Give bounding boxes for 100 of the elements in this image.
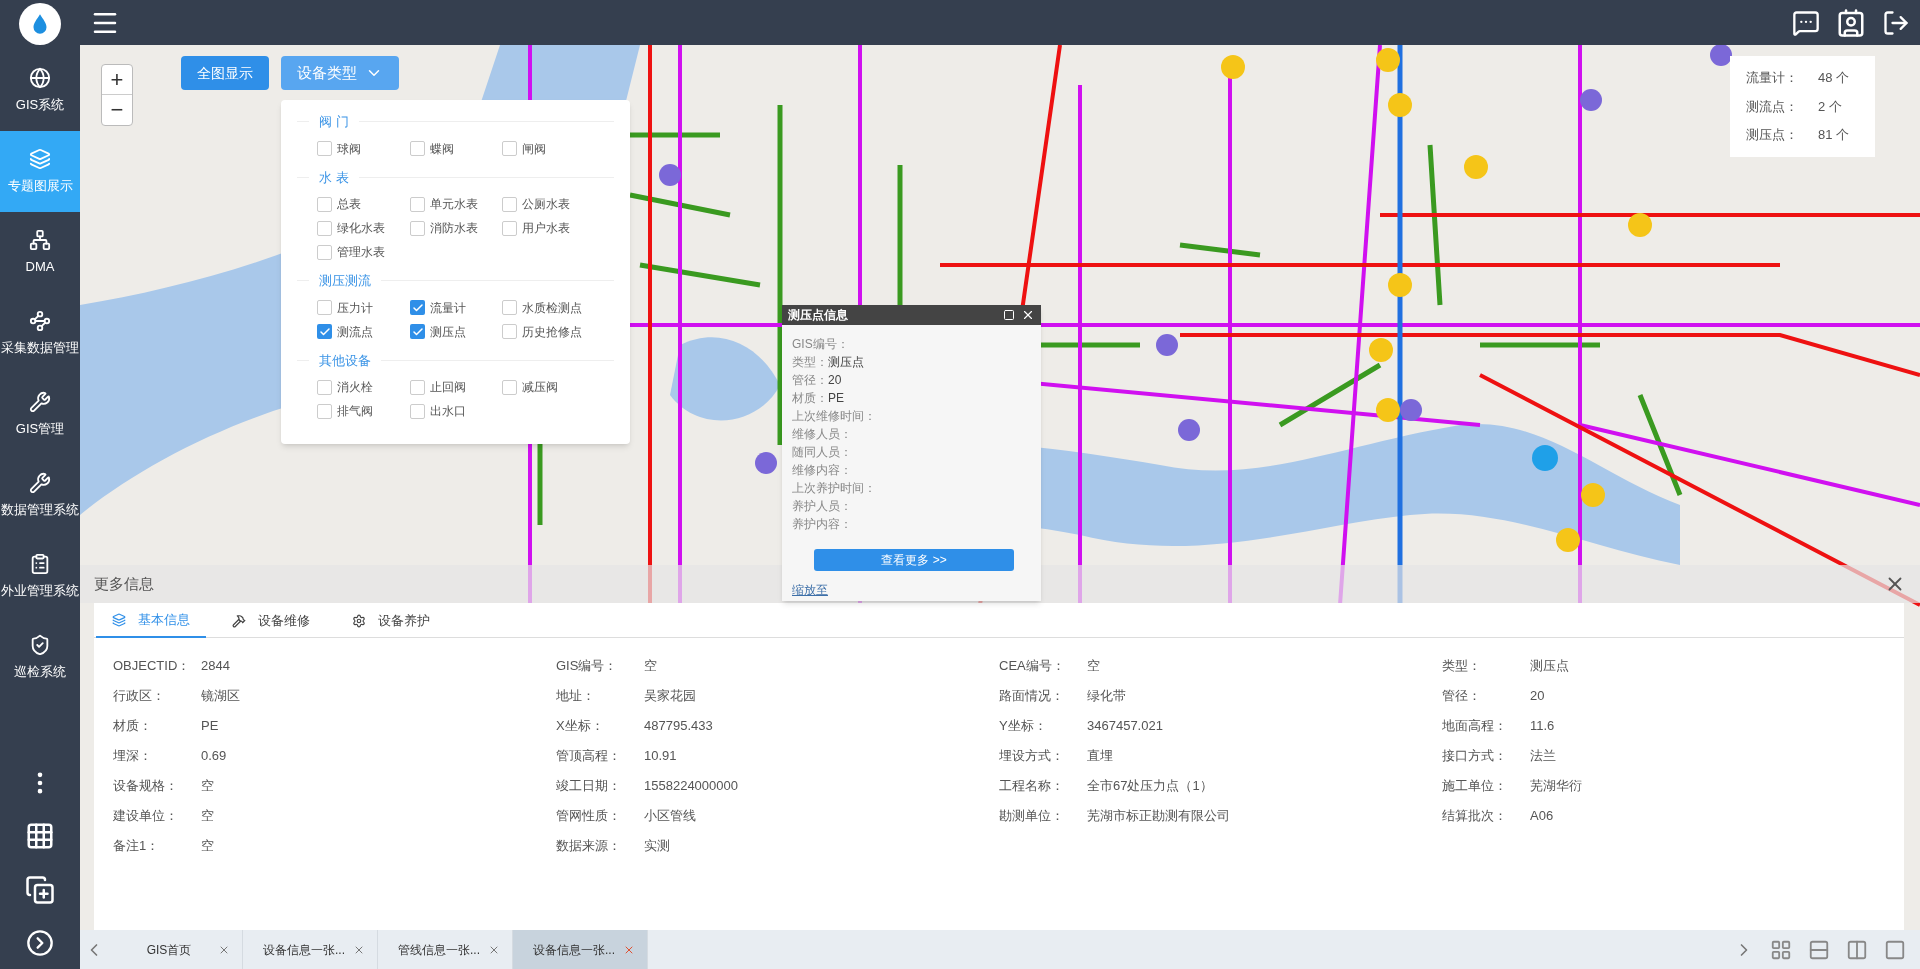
two-columns-layout-icon[interactable] <box>1846 938 1868 961</box>
page-tab[interactable]: 设备信息一张... <box>243 930 378 969</box>
field-value: 全市67处压力点（1） <box>1087 777 1213 795</box>
hierarchy-icon <box>29 228 51 251</box>
close-icon[interactable] <box>1021 308 1035 322</box>
field-label: 施工单位： <box>1442 777 1508 795</box>
field-label: 埋设方式： <box>999 747 1065 765</box>
filter-checkbox[interactable]: 蝶阀 <box>410 139 502 158</box>
filter-checkbox[interactable]: 流量计 <box>410 298 502 317</box>
info-tab[interactable]: 设备养护 <box>336 603 446 638</box>
popup-field-value: PE <box>828 391 844 405</box>
filter-checkbox[interactable]: 单元水表 <box>410 195 502 213</box>
filter-checkbox[interactable]: 止回阀 <box>410 378 502 396</box>
sidebar-item[interactable]: 数据管理系统 <box>0 455 80 536</box>
field-label: 材质： <box>113 717 153 735</box>
sidebar-item[interactable]: GIS管理 <box>0 374 80 455</box>
field-value: 芜湖华衍 <box>1530 777 1582 795</box>
field-value: 测压点 <box>1530 657 1569 675</box>
field-value: 空 <box>201 807 214 825</box>
field-label: 接口方式： <box>1442 747 1508 765</box>
filter-checkbox[interactable]: 用户水表 <box>502 219 622 237</box>
popup-field-label: 类型： <box>792 355 828 369</box>
field-label: 结算批次： <box>1442 807 1508 825</box>
filter-checkbox[interactable]: 绿化水表 <box>317 219 410 237</box>
info-tab[interactable]: 设备维修 <box>216 603 326 638</box>
wrench-icon <box>29 471 51 494</box>
maximize-icon[interactable] <box>1003 309 1015 321</box>
sidebar-item[interactable]: 采集数据管理 <box>0 293 80 374</box>
logout-icon[interactable] <box>1882 8 1910 37</box>
field-label: 竣工日期： <box>556 777 622 795</box>
field-value: 20 <box>1530 687 1545 705</box>
legend-count: 81 个 <box>1818 126 1850 144</box>
field-value: 实测 <box>644 837 670 855</box>
field-value: 1558224000000 <box>644 777 738 795</box>
field-label: GIS编号： <box>556 657 619 675</box>
two-rows-layout-icon[interactable] <box>1808 938 1830 961</box>
filter-checkbox[interactable]: 压力计 <box>317 298 410 317</box>
field-value: 0.69 <box>201 747 227 765</box>
chat-icon[interactable] <box>1792 8 1820 37</box>
filter-checkbox[interactable]: 出水口 <box>410 402 502 420</box>
filter-checkbox[interactable]: 测流点 <box>317 322 410 341</box>
expand-arrow-icon[interactable] <box>26 929 54 957</box>
field-label: 路面情况： <box>999 687 1065 705</box>
popup-field-label: 材质： <box>792 391 828 405</box>
field-label: Y坐标： <box>999 717 1048 735</box>
field-label: 管顶高程： <box>556 747 622 765</box>
more-info-title: 更多信息 <box>94 573 154 594</box>
add-window-icon[interactable] <box>25 875 55 905</box>
page-tab[interactable]: 设备信息一张... <box>513 930 648 969</box>
filter-checkbox[interactable]: 水质检测点 <box>502 298 622 317</box>
sidebar-item[interactable]: 巡检系统 <box>0 617 80 698</box>
legend-label: 测流点： <box>1746 97 1799 116</box>
field-value: 空 <box>201 777 214 795</box>
field-value: A06 <box>1530 807 1554 825</box>
filter-checkbox[interactable]: 减压阀 <box>502 378 622 396</box>
filter-checkbox[interactable]: 公厕水表 <box>502 195 622 213</box>
filter-checkbox[interactable]: 总表 <box>317 195 410 213</box>
group-title: 阀 门 <box>319 113 349 131</box>
field-value: 小区管线 <box>644 807 696 825</box>
wrench-icon <box>29 390 51 413</box>
page-tab[interactable]: GIS首页 <box>108 930 243 969</box>
filter-checkbox[interactable]: 消火栓 <box>317 378 410 396</box>
filter-checkbox[interactable]: 消防水表 <box>410 219 502 237</box>
popup-field-label: 上次维修时间： <box>792 409 876 423</box>
filter-checkbox[interactable]: 闸阀 <box>502 139 622 158</box>
field-label: 建设单位： <box>113 807 179 825</box>
group-title: 测压测流 <box>319 272 371 290</box>
field-value: 空 <box>201 837 214 855</box>
sidebar-item[interactable]: DMA <box>0 212 80 293</box>
field-label: 勘测单位： <box>999 807 1065 825</box>
check-icon <box>318 325 331 338</box>
popup-field-label: 维修内容： <box>792 463 852 477</box>
globe-icon <box>29 66 51 89</box>
info-tab[interactable]: 基本信息 <box>96 603 206 638</box>
zoom-in-button[interactable]: + <box>102 65 132 95</box>
sidebar-item[interactable]: 外业管理系统 <box>0 536 80 617</box>
popup-field-label: 维修人员： <box>792 427 852 441</box>
field-label: 埋深： <box>113 747 153 765</box>
contact-card-icon[interactable] <box>1836 7 1866 38</box>
field-value: 空 <box>1087 657 1100 675</box>
badge-icon <box>29 633 51 656</box>
field-value: 绿化带 <box>1087 687 1126 705</box>
popup-field-label: 管径： <box>792 373 828 387</box>
popup-field-label: 上次养护时间： <box>792 481 876 495</box>
filter-checkbox[interactable]: 测压点 <box>410 322 502 341</box>
zoom-to-link[interactable]: 缩放至 <box>792 581 828 599</box>
zoom-out-button[interactable]: − <box>102 95 132 125</box>
filter-checkbox[interactable]: 历史抢修点 <box>502 322 622 341</box>
filter-checkbox[interactable]: 管理水表 <box>317 243 410 261</box>
field-label: 工程名称： <box>999 777 1065 795</box>
layers-icon <box>112 612 126 627</box>
single-pane-layout-icon[interactable] <box>1884 938 1906 961</box>
filter-checkbox[interactable]: 排气阀 <box>317 402 410 420</box>
four-pane-layout-icon[interactable] <box>1770 938 1792 961</box>
grid-icon[interactable] <box>25 821 55 851</box>
legend-label: 流量计： <box>1746 69 1799 87</box>
sidebar-item[interactable]: GIS系统 <box>0 50 80 131</box>
field-value: 法兰 <box>1530 747 1556 765</box>
field-label: 管网性质： <box>556 807 622 825</box>
filter-checkbox[interactable]: 球阀 <box>317 139 410 158</box>
